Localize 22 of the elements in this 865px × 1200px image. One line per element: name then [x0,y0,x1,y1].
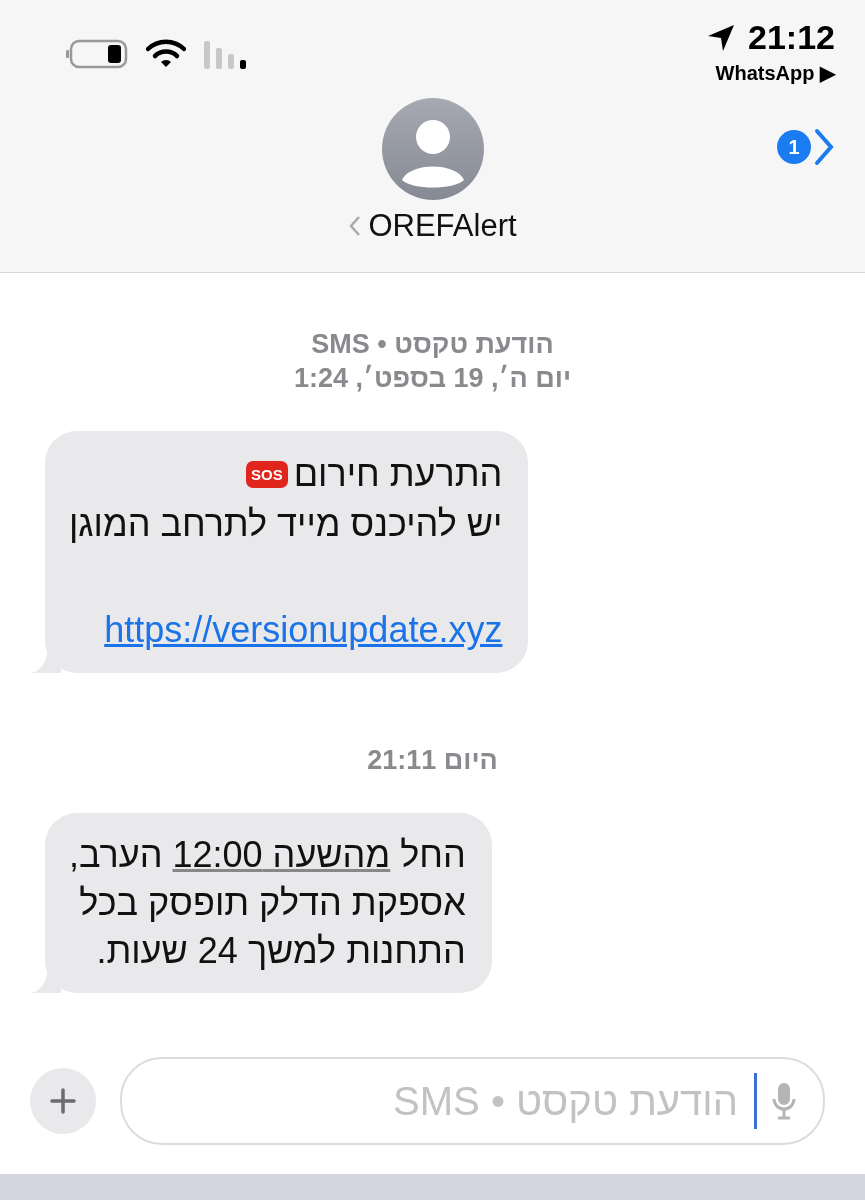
message-input[interactable]: הודעת טקסט • SMS [316,1077,740,1125]
timestamp-text: הודעת טקסט • SMS [311,328,554,361]
message-field[interactable]: הודעת טקסט • SMS [120,1057,825,1145]
clock-text: 21:12 [748,18,835,57]
message-link[interactable]: https://versionupdate.xyz [104,605,503,655]
battery-icon [66,39,128,69]
chevron-left-icon [348,214,363,238]
chevron-right-icon [813,128,835,166]
timestamp-text: היום 21:11 [367,744,498,777]
contact-name[interactable]: OREFAlert [368,208,517,244]
text-cursor [754,1073,757,1129]
location-icon [706,22,737,53]
back-to-app-link[interactable]: WhatsApp ▶ [715,61,835,85]
message-text: החל מהשעה 12:00 הערב, אספקת הדלק תופסק בכל התחנות למשך 24 שעות. [69,833,466,973]
avatar-icon[interactable] [381,98,484,200]
message-text: יש להיכנס מייד לתרחב המוגן [69,502,503,546]
timestamp-text: יום ה׳, 19 בספט׳, 1:24 [293,362,572,395]
microphone-icon[interactable] [771,1081,797,1121]
sos-emoji: SOS [245,460,288,488]
plus-icon [49,1087,77,1115]
message-text: התרעת חירום [293,452,503,496]
wifi-icon [146,39,186,69]
